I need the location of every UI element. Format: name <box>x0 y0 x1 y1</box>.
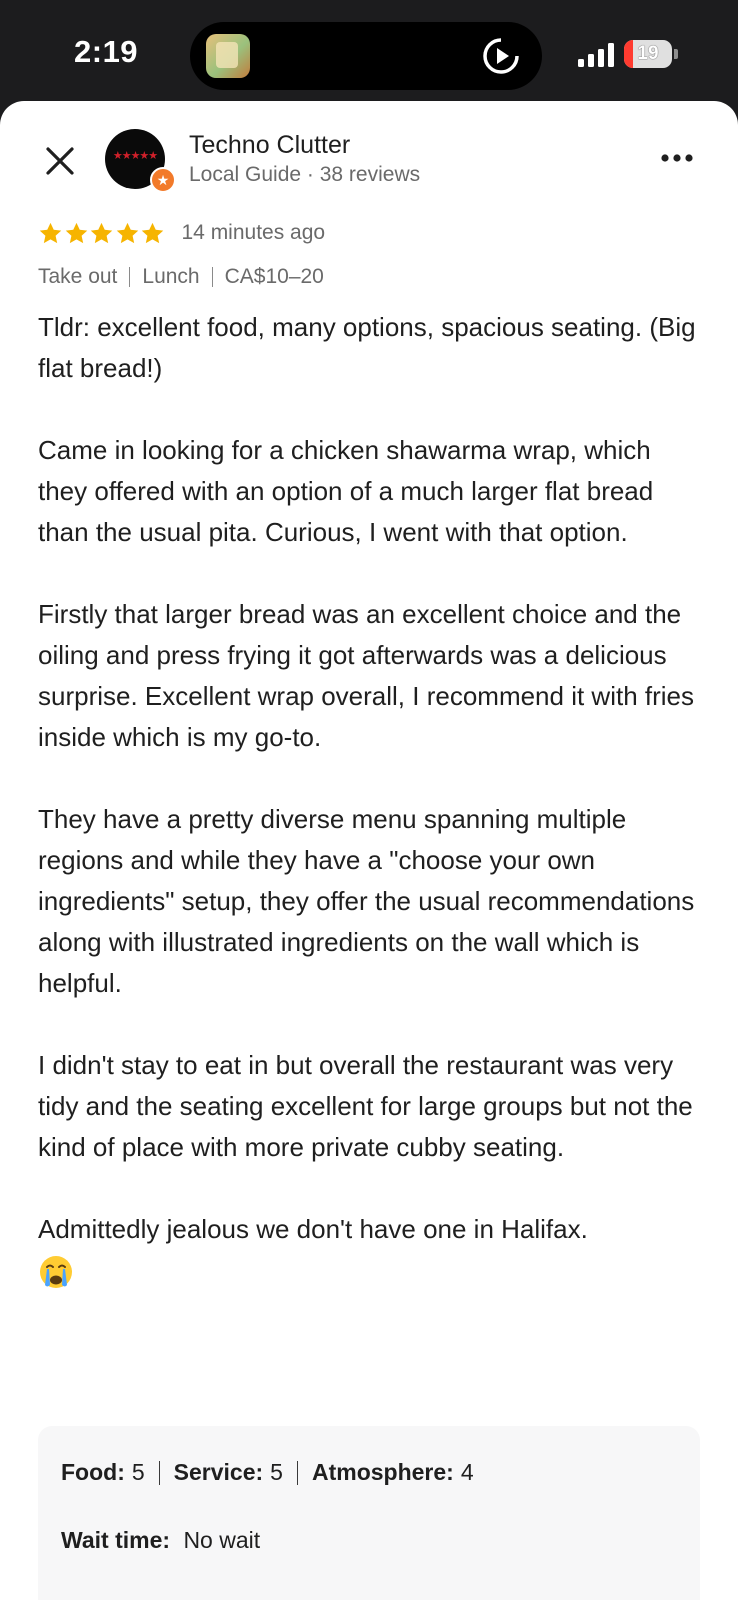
crying-face-icon <box>40 1256 72 1289</box>
tag-service-type: Take out <box>38 265 118 288</box>
star-icon <box>39 222 62 243</box>
service-value: 5 <box>270 1459 283 1485</box>
avatar-stars-icon: ★★★★★ <box>112 150 158 162</box>
wait-time: Wait time: No wait <box>61 1527 260 1554</box>
review-tags: Take out Lunch CA$10–20 <box>38 263 324 291</box>
rating-row: 14 minutes ago <box>38 218 325 248</box>
battery-icon: 19 <box>624 40 672 68</box>
review-paragraph: They have a pretty diverse menu spanning… <box>38 804 695 998</box>
star-icon <box>141 222 164 243</box>
ellipsis-icon <box>661 154 693 162</box>
divider <box>129 267 131 287</box>
sub-ratings-card: Food: 5 Service: 5 Atmosphere: 4 Wait ti… <box>38 1426 700 1600</box>
tag-price-range: CA$10–20 <box>224 265 324 288</box>
service-label: Service: <box>173 1459 264 1485</box>
star-icon <box>90 222 113 243</box>
close-icon[interactable] <box>42 143 78 179</box>
now-playing-app-icon[interactable] <box>206 34 250 78</box>
atmosphere-label: Atmosphere: <box>311 1459 454 1485</box>
battery-level: 19 <box>637 43 659 64</box>
status-bar: 2:19 19 <box>0 0 738 104</box>
star-icon <box>65 222 87 243</box>
food-value: 5 <box>131 1459 145 1485</box>
review-paragraph-last: Admittedly jealous we don't have one in … <box>38 1209 702 1291</box>
battery-nub <box>674 49 678 59</box>
cellular-signal-icon <box>578 43 614 67</box>
review-paragraph: I didn't stay to eat in but overall the … <box>38 1050 693 1162</box>
star-icon <box>116 222 138 243</box>
sub-ratings: Food: 5 Service: 5 Atmosphere: 4 <box>61 1459 474 1486</box>
tag-meal-type: Lunch <box>142 265 200 288</box>
food-label: Food: <box>61 1459 125 1485</box>
atmosphere-value: 4 <box>460 1459 474 1485</box>
wait-time-value: No wait <box>183 1527 261 1553</box>
review-text: Tldr: excellent food, many options, spac… <box>38 307 702 1291</box>
review-paragraph: Tldr: excellent food, many options, spac… <box>38 312 696 383</box>
divider <box>211 267 213 287</box>
divider <box>158 1460 160 1485</box>
star-rating <box>38 221 166 246</box>
author-meta: Local Guide · 38 reviews <box>189 163 421 186</box>
dynamic-island[interactable] <box>190 22 542 90</box>
play-circle-icon[interactable] <box>482 37 520 75</box>
review-paragraph: Admittedly jealous we don't have one in … <box>38 1214 588 1244</box>
status-time: 2:19 <box>74 34 139 69</box>
wait-time-label: Wait time: <box>61 1527 171 1553</box>
divider <box>296 1460 298 1485</box>
local-guide-star-icon: ★ <box>150 167 176 193</box>
review-paragraph: Came in looking for a chicken shawarma w… <box>38 435 654 547</box>
author-name[interactable]: Techno Clutter <box>189 131 350 160</box>
review-paragraph: Firstly that larger bread was an excelle… <box>38 599 695 752</box>
review-time: 14 minutes ago <box>181 221 326 244</box>
review-sheet: ★★★★★ ★ Techno Clutter Local Guide · 38 … <box>0 101 738 1600</box>
more-options-icon[interactable] <box>660 145 694 173</box>
